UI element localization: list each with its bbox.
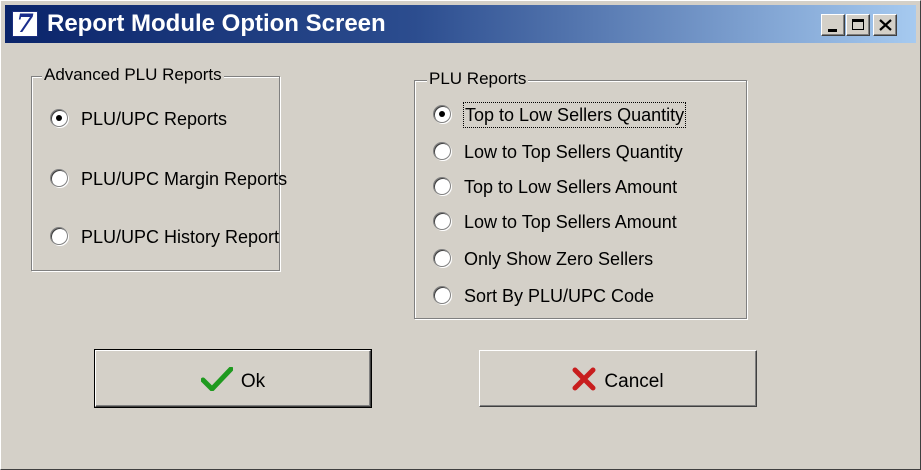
minimize-icon	[828, 29, 837, 32]
ok-button-label: Ok	[240, 371, 266, 392]
close-icon	[879, 19, 892, 31]
radio-label: Only Show Zero Sellers	[464, 249, 654, 269]
radio-button[interactable]	[433, 177, 451, 195]
radio-label: Top to Low Sellers Amount	[464, 177, 678, 197]
radio-label: PLU/UPC History Report	[81, 227, 280, 247]
ok-button[interactable]: Ok	[94, 349, 372, 408]
radio-button[interactable]	[433, 212, 451, 230]
app-icon-glyph: 7	[16, 9, 34, 38]
cancel-button-label: Cancel	[604, 371, 664, 392]
x-icon	[572, 367, 596, 391]
maximize-icon	[852, 19, 864, 30]
app-icon[interactable]: 7	[12, 9, 38, 38]
radio-label: Low to Top Sellers Quantity	[464, 142, 683, 162]
radio-label: Sort By PLU/UPC Code	[464, 286, 655, 306]
radio-label: Low to Top Sellers Amount	[464, 212, 677, 232]
window-title: Report Module Option Screen	[47, 10, 386, 37]
close-button[interactable]	[873, 14, 897, 36]
plu-reports-legend: PLU Reports	[427, 69, 529, 89]
minimize-button[interactable]	[821, 14, 845, 36]
radio-button[interactable]	[433, 249, 451, 267]
radio-button[interactable]	[433, 286, 451, 304]
report-module-option-window: 7 Report Module Option Screen Advanced P…	[0, 0, 921, 470]
radio-button[interactable]	[50, 169, 68, 187]
cancel-button-content: Cancel	[480, 367, 756, 393]
radio-label: PLU/UPC Reports	[81, 109, 228, 129]
check-icon	[200, 366, 234, 392]
maximize-button[interactable]	[846, 14, 870, 36]
radio-button-checked[interactable]	[50, 109, 68, 127]
radio-button[interactable]	[50, 227, 68, 245]
radio-button[interactable]	[433, 142, 451, 160]
title-bar[interactable]: 7 Report Module Option Screen	[5, 5, 916, 43]
ok-button-content: Ok	[96, 366, 370, 393]
radio-button-checked[interactable]	[433, 105, 451, 123]
radio-label: PLU/UPC Margin Reports	[81, 169, 288, 189]
radio-label: Top to Low Sellers Quantity	[462, 102, 687, 128]
cancel-button[interactable]: Cancel	[479, 350, 757, 407]
advanced-plu-reports-legend: Advanced PLU Reports	[42, 65, 224, 85]
